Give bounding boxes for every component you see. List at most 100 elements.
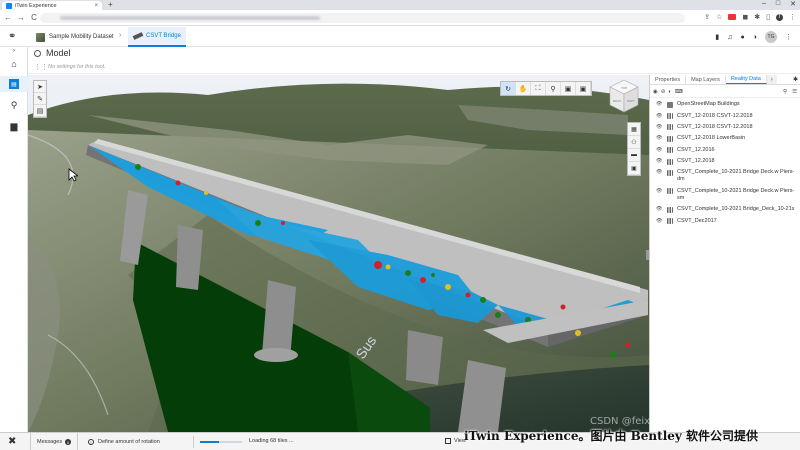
window-controls: – □ ✕ xyxy=(762,0,796,8)
documents-icon[interactable]: ▆ xyxy=(0,118,28,134)
list-item[interactable]: 👁 CSVT_Complete_10-2021 Bridge Deck.w Pie… xyxy=(650,186,800,204)
sidebar-icon[interactable]: ▯ xyxy=(766,13,770,21)
show-all-icon[interactable]: ◉ xyxy=(653,89,658,95)
puzzle-icon[interactable]: ✱ xyxy=(754,13,760,21)
youtube-extension-icon[interactable] xyxy=(728,14,737,20)
tools-wrench-icon[interactable]: ✖ xyxy=(8,436,16,447)
forward-button[interactable]: → xyxy=(16,13,26,22)
visibility-eye-icon[interactable]: 👁 xyxy=(656,135,665,142)
close-tab-icon[interactable]: × xyxy=(94,3,98,9)
view-undo-icon[interactable]: ▣ xyxy=(561,82,576,95)
panel-pin-icon[interactable]: ✱ xyxy=(793,76,798,83)
fit-view-icon[interactable]: ⛶ xyxy=(531,82,546,95)
model-tool-icon xyxy=(34,50,41,57)
tabs-more-button[interactable]: › xyxy=(766,75,777,84)
user-avatar[interactable]: TG xyxy=(765,31,777,43)
list-item[interactable]: 👁 CSVT_12.2018 xyxy=(650,156,800,167)
visibility-eye-icon[interactable]: 👁 xyxy=(656,147,665,154)
back-button[interactable]: ← xyxy=(3,13,13,22)
window-close-button[interactable]: ✕ xyxy=(790,0,796,8)
extension-icon[interactable]: ◼ xyxy=(742,13,748,21)
attach-icon[interactable]: ⌨ xyxy=(675,89,683,95)
visibility-eye-icon[interactable]: 👁 xyxy=(656,124,665,131)
list-item[interactable]: 👁 CSVT_12-2018 CSVT-12.2018 xyxy=(650,110,800,121)
tool-prompt-text: Define amount of rotation xyxy=(98,439,160,445)
breadcrumb-dataset[interactable]: Sample Mobility Dataset xyxy=(36,30,114,44)
list-item[interactable]: 👁 CSVT_12-2018 LowerBasin xyxy=(650,133,800,144)
reality-data-name: CSVT_12.2018 xyxy=(677,158,715,165)
reality-mesh-icon xyxy=(667,135,673,142)
zoom-window-icon[interactable]: ⚲ xyxy=(546,82,561,95)
visibility-eye-icon[interactable]: 👁 xyxy=(656,113,665,120)
list-item[interactable]: 👁 CSVT_Dec2017 xyxy=(650,215,800,226)
help-icon[interactable]: ● xyxy=(741,34,745,41)
app-header: ⚭ Sample Mobility Dataset › CSVT Bridge … xyxy=(0,27,800,47)
list-item[interactable]: 👁 CSVT_Complete_10-2021 Bridge Deck.w Pie… xyxy=(650,167,800,185)
pan-tool-icon[interactable]: ✋ xyxy=(516,82,531,95)
visibility-eye-icon[interactable]: 👁 xyxy=(656,206,665,213)
new-tab-button[interactable]: + xyxy=(108,0,113,9)
messages-label: Messages xyxy=(37,439,63,445)
walk-tool-icon[interactable]: ⚇ xyxy=(628,136,640,149)
view-selector[interactable]: View xyxy=(445,438,466,444)
mouse-cursor-icon xyxy=(68,168,78,182)
select-tool-icon[interactable]: ➤ xyxy=(34,81,46,93)
visibility-eye-icon[interactable]: 👁 xyxy=(656,169,665,176)
theme-icon[interactable]: ◑ xyxy=(753,34,757,41)
list-item[interactable]: 👁 CSVT_12.2016 xyxy=(650,145,800,156)
reality-data-toolbar: ◉ ⊘ ◐ ⌨ ⚲ ☰ xyxy=(650,86,800,98)
visibility-eye-icon[interactable]: 👁 xyxy=(656,101,665,108)
bookmark-star-icon[interactable]: ☆ xyxy=(716,13,722,21)
app-menu-icon[interactable]: ⋮ xyxy=(785,33,792,41)
hide-all-icon[interactable]: ⊘ xyxy=(661,89,666,95)
layers-tool-icon[interactable]: ▦ xyxy=(628,123,640,136)
home-icon[interactable]: ⌂ xyxy=(0,56,28,72)
reality-data-icon: ▤ xyxy=(9,79,19,89)
itwin-logo-icon[interactable]: ⚭ xyxy=(8,31,20,43)
breadcrumb-model-label: CSVT Bridge xyxy=(146,33,181,39)
visibility-eye-icon[interactable]: 👁 xyxy=(656,188,665,195)
tab-properties[interactable]: Properties xyxy=(650,75,687,84)
messages-button[interactable]: Messages 0 xyxy=(30,433,79,450)
camera-tool-icon[interactable]: ▬ xyxy=(628,149,640,162)
section-tool-icon[interactable]: ▤ xyxy=(34,105,46,117)
view-cube[interactable]: TOP FRONT RIGHT xyxy=(608,78,640,116)
minimize-button[interactable]: – xyxy=(762,0,766,8)
measure-tool-icon[interactable]: ✎ xyxy=(34,93,46,105)
panel-search-icon[interactable]: ⚲ xyxy=(783,89,787,95)
maximize-button[interactable]: □ xyxy=(776,0,780,8)
profile-icon[interactable]: T xyxy=(776,13,783,21)
browser-menu-icon[interactable]: ⋮ xyxy=(789,13,796,21)
toggle-visibility-icon[interactable]: ◐ xyxy=(668,89,671,95)
tab-reality-data[interactable]: Reality Data xyxy=(725,75,767,84)
view-redo-icon[interactable]: ▣ xyxy=(576,82,591,95)
breadcrumb-separator-icon: › xyxy=(119,32,122,39)
visibility-eye-icon[interactable]: 👁 xyxy=(656,218,665,225)
visibility-eye-icon[interactable]: 👁 xyxy=(656,158,665,165)
share-icon[interactable]: ⇪ xyxy=(704,13,710,21)
rotate-tool-icon[interactable]: ↻ xyxy=(501,82,516,95)
watermark: CSDN @feixiangzn xyxy=(590,416,684,427)
tile-loading-progress xyxy=(200,441,242,443)
panel-list-icon[interactable]: ☰ xyxy=(792,89,797,95)
rail-expand-button[interactable]: › xyxy=(0,47,28,55)
blurred-url xyxy=(60,16,320,20)
bookmark-icon[interactable]: ▮ xyxy=(715,33,719,41)
messages-count-badge: 0 xyxy=(65,439,72,445)
search-icon[interactable]: ⚲ xyxy=(0,97,28,113)
view-cube-front-label: FRONT xyxy=(613,100,622,103)
notifications-icon[interactable]: ♫ xyxy=(727,34,732,41)
rail-item-reality-data[interactable]: ▤ xyxy=(0,76,28,92)
browser-tab[interactable]: iTwin Experience × xyxy=(2,1,102,10)
3d-viewport[interactable]: Sus ➤ ✎ ▤ ↻ ✋ ⛶ ⚲ ▣ ▣ TOP FRONT RIGHT ▦ … xyxy=(28,75,649,432)
url-field[interactable] xyxy=(40,13,685,23)
tab-map-layers[interactable]: Map Layers xyxy=(686,75,726,84)
list-item[interactable]: 👁 OpenStreetMap Buildings xyxy=(650,99,800,110)
list-item[interactable]: 👁 CSVT_12-2018 CSVT-12.2018 xyxy=(650,122,800,133)
drag-grip-icon[interactable]: ⋮⋮ xyxy=(34,63,48,71)
breadcrumb-model[interactable]: CSVT Bridge xyxy=(128,27,186,47)
reload-button[interactable]: C xyxy=(29,13,39,22)
list-item[interactable]: 👁 CSVT_Complete_10-2021 Bridge_Deck_10-21… xyxy=(650,204,800,215)
reality-data-name: CSVT_Dec2017 xyxy=(677,217,717,224)
render-tool-icon[interactable]: ▣ xyxy=(628,162,640,175)
